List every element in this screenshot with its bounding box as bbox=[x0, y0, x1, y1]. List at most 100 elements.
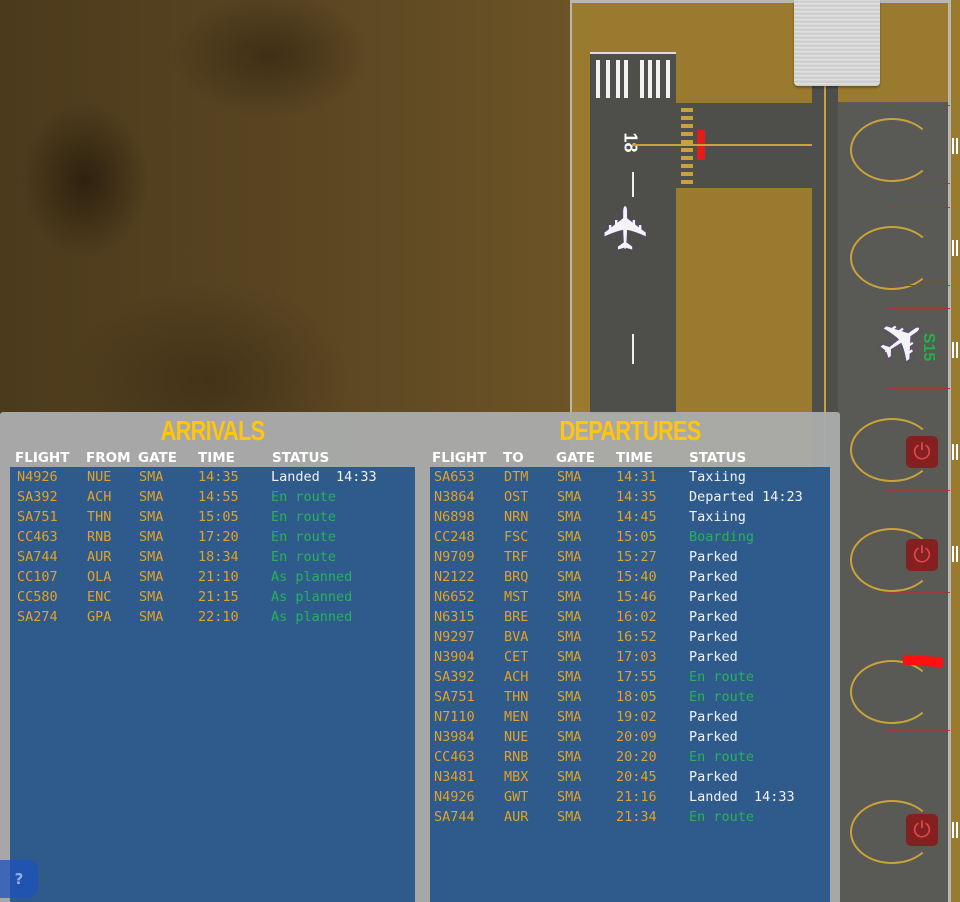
table-row[interactable]: N4926 GWT SMA 21:16 Landed 14:33 bbox=[430, 787, 830, 807]
flight-number: N3904 bbox=[434, 649, 475, 665]
table-row[interactable]: SA392 ACH SMA 17:55 En route bbox=[430, 667, 830, 687]
scheduled-time: 15:46 bbox=[616, 589, 657, 605]
gate: SMA bbox=[139, 589, 164, 605]
table-row[interactable]: N3904 CET SMA 17:03 Parked bbox=[430, 647, 830, 667]
destination-airport: NRN bbox=[504, 509, 529, 525]
flight-number: SA274 bbox=[17, 609, 58, 625]
flight-number: SA751 bbox=[17, 509, 58, 525]
power-icon[interactable]: ⏻ bbox=[906, 436, 938, 468]
arrivals-table: N4926 NUE SMA 14:35 Landed 14:33 SA392 ACH SMA 1… bbox=[10, 467, 415, 902]
flight-status: En route bbox=[271, 489, 337, 505]
table-row[interactable]: N9709 TRF SMA 15:27 Parked bbox=[430, 547, 830, 567]
destination-airport: NUE bbox=[504, 729, 529, 745]
apron bbox=[838, 102, 950, 902]
gate-stand[interactable] bbox=[850, 118, 934, 182]
column-header-flight: FLIGHT bbox=[432, 450, 487, 466]
gate: SMA bbox=[557, 809, 582, 825]
gate-marker bbox=[952, 444, 958, 460]
table-row[interactable]: N7110 MEN SMA 19:02 Parked bbox=[430, 707, 830, 727]
table-row[interactable]: CC463 RNB SMA 17:20 En route bbox=[10, 527, 415, 547]
scheduled-time: 21:15 bbox=[198, 589, 239, 605]
table-row[interactable]: N3984 NUE SMA 20:09 Parked bbox=[430, 727, 830, 747]
flight-status: Parked bbox=[689, 649, 738, 665]
table-row[interactable]: CC248 FSC SMA 15:05 Boarding bbox=[430, 527, 830, 547]
destination-airport: GWT bbox=[504, 789, 529, 805]
gate: SMA bbox=[557, 609, 582, 625]
table-row[interactable]: SA274 GPA SMA 22:10 As planned bbox=[10, 607, 415, 627]
threshold-marking bbox=[606, 60, 610, 98]
scheduled-time: 15:40 bbox=[616, 569, 657, 585]
gate: SMA bbox=[557, 689, 582, 705]
origin-airport: ENC bbox=[87, 589, 112, 605]
column-header-to: TO bbox=[503, 450, 524, 466]
flight-number: N7110 bbox=[434, 709, 475, 725]
destination-airport: TRF bbox=[504, 549, 529, 565]
scheduled-time: 14:35 bbox=[616, 489, 657, 505]
table-row[interactable]: SA744 AUR SMA 18:34 En route bbox=[10, 547, 415, 567]
airplane-icon[interactable]: ✈ bbox=[592, 203, 662, 253]
destination-airport: BRQ bbox=[504, 569, 529, 585]
threshold-marking bbox=[666, 60, 670, 98]
gate: SMA bbox=[139, 529, 164, 545]
column-header-flight: FLIGHT bbox=[15, 450, 70, 466]
flight-status: Parked bbox=[689, 569, 738, 585]
table-row[interactable]: SA751 THN SMA 18:05 En route bbox=[430, 687, 830, 707]
scheduled-time: 21:10 bbox=[198, 569, 239, 585]
gate: SMA bbox=[557, 589, 582, 605]
table-row[interactable]: SA653 DTM SMA 14:31 Taxiing bbox=[430, 467, 830, 487]
flight-number: N6315 bbox=[434, 609, 475, 625]
table-row[interactable]: CC580 ENC SMA 21:15 As planned bbox=[10, 587, 415, 607]
gate-stand[interactable] bbox=[850, 660, 934, 724]
flight-status: As planned bbox=[271, 569, 353, 585]
gate: SMA bbox=[557, 649, 582, 665]
flight-number: SA653 bbox=[434, 469, 475, 485]
gate-marker bbox=[952, 822, 958, 838]
destination-airport: MBX bbox=[504, 769, 529, 785]
gate: SMA bbox=[557, 469, 582, 485]
gate-stand[interactable] bbox=[850, 226, 934, 290]
table-row[interactable]: SA744 AUR SMA 21:34 En route bbox=[430, 807, 830, 827]
table-row[interactable]: CC463 RNB SMA 20:20 En route bbox=[430, 747, 830, 767]
help-button[interactable]: ? bbox=[0, 860, 38, 898]
destination-airport: DTM bbox=[504, 469, 529, 485]
power-icon[interactable]: ⏻ bbox=[906, 539, 938, 571]
destination-airport: AUR bbox=[504, 809, 529, 825]
table-row[interactable]: N2122 BRQ SMA 15:40 Parked bbox=[430, 567, 830, 587]
table-row[interactable]: N3864 OST SMA 14:35 Departed 14:23 bbox=[430, 487, 830, 507]
column-header-status: STATUS bbox=[689, 450, 747, 466]
stand-guide-line bbox=[885, 490, 950, 491]
table-row[interactable]: CC107 OLA SMA 21:10 As planned bbox=[10, 567, 415, 587]
flight-number: N3864 bbox=[434, 489, 475, 505]
threshold-marking bbox=[648, 60, 652, 98]
power-icon[interactable]: ⏻ bbox=[906, 814, 938, 846]
table-row[interactable]: N3481 MBX SMA 20:45 Parked bbox=[430, 767, 830, 787]
destination-airport: BRE bbox=[504, 609, 529, 625]
flight-number: N3984 bbox=[434, 729, 475, 745]
stand-guide-line bbox=[885, 105, 950, 106]
table-row[interactable]: N6315 BRE SMA 16:02 Parked bbox=[430, 607, 830, 627]
table-row[interactable]: N6652 MST SMA 15:46 Parked bbox=[430, 587, 830, 607]
gate: SMA bbox=[139, 609, 164, 625]
table-row[interactable]: N6898 NRN SMA 14:45 Taxiing bbox=[430, 507, 830, 527]
flight-number: SA392 bbox=[434, 669, 475, 685]
origin-airport: GPA bbox=[87, 609, 112, 625]
flight-number: N3481 bbox=[434, 769, 475, 785]
gate: SMA bbox=[557, 729, 582, 745]
flight-number: SA744 bbox=[434, 809, 475, 825]
threshold-marking bbox=[624, 60, 628, 98]
table-row[interactable]: SA751 THN SMA 15:05 En route bbox=[10, 507, 415, 527]
arrivals-title: ARRIVALS bbox=[160, 415, 266, 446]
flight-status: En route bbox=[689, 809, 755, 825]
flight-number: N9709 bbox=[434, 549, 475, 565]
threshold-marking bbox=[596, 60, 600, 98]
destination-airport: MEN bbox=[504, 709, 529, 725]
departures-board: DEPARTURES FLIGHT TO GATE TIME STATUS SA… bbox=[430, 412, 830, 902]
table-row[interactable]: N9297 BVA SMA 16:52 Parked bbox=[430, 627, 830, 647]
table-row[interactable]: SA392 ACH SMA 14:55 En route bbox=[10, 487, 415, 507]
flight-status: Taxiing bbox=[689, 469, 746, 485]
gate-marker bbox=[952, 342, 958, 358]
gate: SMA bbox=[139, 569, 164, 585]
gate: SMA bbox=[557, 789, 582, 805]
table-row[interactable]: N4926 NUE SMA 14:35 Landed 14:33 bbox=[10, 467, 415, 487]
column-header-time: TIME bbox=[198, 450, 235, 466]
